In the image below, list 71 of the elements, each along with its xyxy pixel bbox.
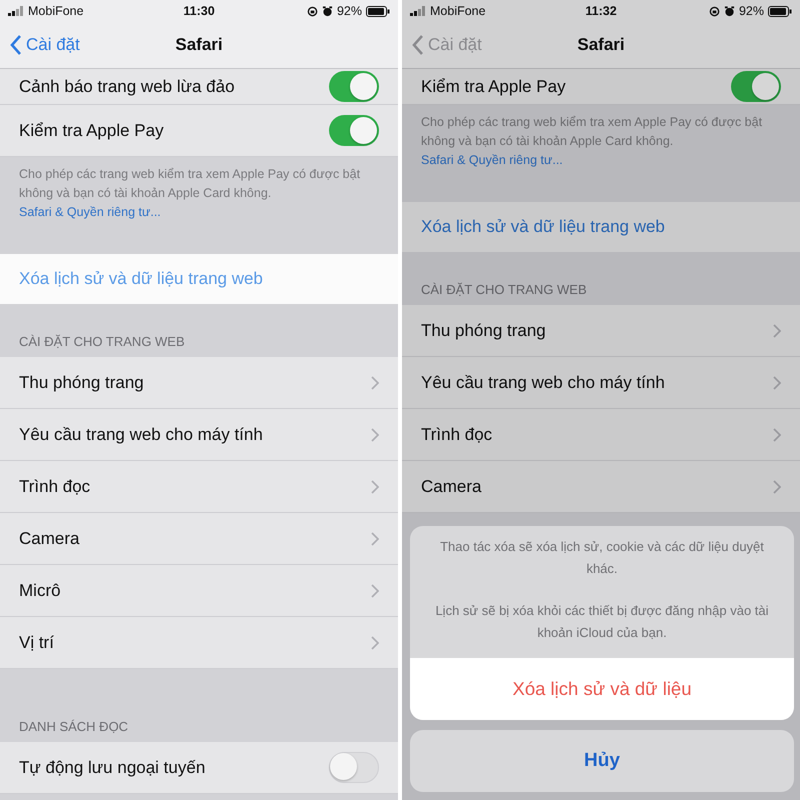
- section-header: CÀI ĐẶT CHO TRANG WEB: [420, 281, 588, 299]
- chevron-icon: [371, 428, 379, 442]
- settings-row[interactable]: Micrô: [0, 565, 398, 617]
- chevron-icon: [371, 584, 379, 598]
- toggle-switch[interactable]: [329, 752, 379, 783]
- chevron-icon: [371, 376, 379, 390]
- settings-row[interactable]: Kiểm tra Apple Pay: [402, 69, 800, 105]
- alarm-icon: [724, 6, 735, 16]
- row-label: Cảnh báo trang web lừa đảo: [19, 76, 236, 96]
- sheet-message: Lịch sử sẽ bị xóa khỏi các thiết bị được đăng nhập vào tài khoản iCloud của bạn.: [434, 602, 770, 642]
- clear-data-button[interactable]: Xóa lịch sử và dữ liệu: [410, 658, 794, 720]
- chevron-icon: [773, 428, 781, 442]
- chevron-icon: [773, 480, 781, 494]
- chevron-icon: [371, 532, 379, 546]
- battery-percentage: 92%: [336, 4, 362, 18]
- settings-row[interactable]: Yêu cầu trang web cho máy tính: [402, 357, 800, 409]
- chevron-left-icon: [412, 35, 424, 55]
- chevron-icon: [773, 324, 781, 338]
- settings-row[interactable]: Tự động lưu ngoại tuyến: [0, 742, 398, 794]
- battery-percentage: 92%: [738, 4, 764, 18]
- clear-history-button[interactable]: Xóa lịch sử và dữ liệu trang web: [402, 202, 800, 252]
- carrier-name: MobiFone: [430, 4, 486, 18]
- back-link[interactable]: Cài đặt: [0, 35, 80, 55]
- row-label: Kiểm tra Apple Pay: [421, 76, 567, 96]
- section-footer-text: Cho phép các trang web kiểm tra xem Apple Pay có được bật không và bạn có tài khoản Apple Card không.: [19, 166, 362, 202]
- settings-row[interactable]: Camera: [402, 461, 800, 513]
- settings-row[interactable]: Thu phóng trang: [402, 305, 800, 357]
- carrier-name: MobiFone: [28, 4, 84, 18]
- rotation-lock-icon: [708, 6, 720, 16]
- toggle-switch[interactable]: [329, 71, 379, 102]
- alarm-icon: [322, 6, 333, 16]
- chevron-icon: [371, 636, 379, 650]
- row-label: Thu phóng trang: [19, 372, 145, 392]
- toggle-switch[interactable]: [731, 71, 781, 102]
- section-header: DANH SÁCH ĐỌC: [18, 718, 130, 736]
- settings-row[interactable]: Cảnh báo trang web lừa đảo: [0, 69, 398, 105]
- row-label: Vị trí: [19, 632, 55, 652]
- section-header: CÀI ĐẶT CHO TRANG WEB: [18, 333, 186, 351]
- cancel-button[interactable]: Hủy: [410, 730, 794, 792]
- row-label: Kiểm tra Apple Pay: [19, 120, 165, 140]
- chevron-left-icon: [10, 35, 22, 55]
- screen-title: Safari: [577, 35, 625, 55]
- row-label: Yêu cầu trang web cho máy tính: [421, 372, 666, 392]
- settings-row[interactable]: Trình đọc: [402, 409, 800, 461]
- settings-row[interactable]: Camera: [0, 513, 398, 565]
- chevron-icon: [371, 480, 379, 494]
- row-label: Tự động lưu ngoại tuyến: [19, 758, 206, 778]
- settings-row[interactable]: Kiểm tra Apple Pay: [0, 105, 398, 157]
- chevron-icon: [773, 376, 781, 390]
- signal-icon: [8, 6, 24, 16]
- section-footer-text: Cho phép các trang web kiểm tra xem Apple Pay có được bật không và bạn có tài khoản Apple Card không.: [421, 114, 764, 150]
- rotation-lock-icon: [306, 6, 318, 16]
- status-time: 11:30: [183, 4, 215, 18]
- settings-row[interactable]: Thu phóng trang: [0, 357, 398, 409]
- settings-row[interactable]: Trình đọc: [0, 461, 398, 513]
- settings-row[interactable]: Vị trí: [0, 617, 398, 669]
- settings-row[interactable]: Yêu cầu trang web cho máy tính: [0, 409, 398, 461]
- screen-title: Safari: [175, 35, 223, 55]
- battery-icon: [366, 6, 390, 16]
- status-time: 11:32: [585, 4, 617, 18]
- row-label: Trình đọc: [421, 424, 494, 444]
- row-label: Camera: [19, 528, 80, 548]
- battery-icon: [768, 6, 792, 16]
- row-label: Trình đọc: [19, 476, 92, 496]
- toggle-switch[interactable]: [329, 115, 379, 146]
- row-label: Yêu cầu trang web cho máy tính: [19, 424, 264, 444]
- row-label: Thu phóng trang: [421, 320, 547, 340]
- row-label: Micrô: [19, 580, 62, 600]
- signal-icon: [410, 6, 426, 16]
- sheet-message: Thao tác xóa sẽ xóa lịch sử, cookie và các dữ liệu duyệt khác.: [439, 538, 765, 578]
- row-label: Camera: [421, 476, 482, 496]
